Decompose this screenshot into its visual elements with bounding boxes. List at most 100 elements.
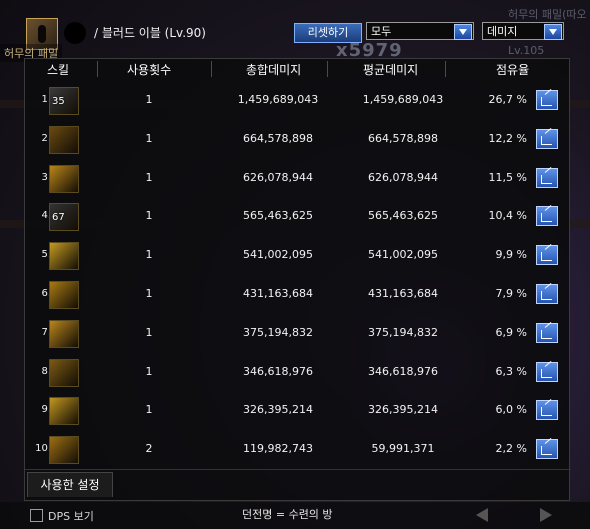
detail-button[interactable] <box>536 167 558 188</box>
skill-icon <box>49 125 79 154</box>
table-row: 9. 1 326,395,214 326,395,214 6,0 % <box>25 391 571 429</box>
damage-share: 2,2 % <box>495 442 527 456</box>
use-count: 1 <box>145 170 153 184</box>
average-damage: 326,395,214 <box>368 403 438 417</box>
damage-share: 7,9 % <box>495 287 527 300</box>
table-row: 10. 2 119,982,743 59,991,371 2,2 % <box>25 430 571 468</box>
row-index: 3. <box>41 171 51 183</box>
row-index: 2. <box>41 132 51 144</box>
average-damage: 1,459,689,043 <box>362 93 444 106</box>
ghost-title: 허무의 패밀(따오 <box>508 8 587 21</box>
detail-button[interactable] <box>536 90 558 110</box>
detail-button[interactable] <box>536 322 558 343</box>
row-index: 4. <box>41 210 51 222</box>
use-count: 1 <box>145 403 153 417</box>
use-count: 1 <box>145 131 153 145</box>
row-index: 9. <box>41 404 51 416</box>
skill-icon-label: 67 <box>52 212 65 224</box>
detail-button[interactable] <box>536 245 558 266</box>
skill-icon <box>49 164 79 193</box>
settings-bar: 사용한 설정 <box>25 469 571 502</box>
filter-select[interactable]: 모두 <box>366 22 474 40</box>
damage-share: 9,9 % <box>495 248 527 262</box>
skill-icon <box>49 397 79 426</box>
dps-checkbox[interactable] <box>30 509 43 522</box>
use-count: 1 <box>145 93 153 106</box>
damage-share: 6,0 % <box>495 403 527 417</box>
col-header-uses: 사용횟수 <box>127 63 172 77</box>
use-count: 2 <box>145 442 153 456</box>
metric-select[interactable]: 데미지 <box>482 22 564 40</box>
col-header-share: 점유율 <box>496 63 530 77</box>
skill-icon: 67 <box>49 203 79 232</box>
average-damage: 541,002,095 <box>368 248 438 262</box>
metric-select-value: 데미지 <box>487 25 518 38</box>
row-index: 1. <box>41 94 51 105</box>
damage-panel: 스킬 사용횟수 총합데미지 평균데미지 점유율 1. 35 1 1,459,689,0… <box>24 58 571 502</box>
table-row: 3. 1 626,078,944 626,078,944 11,5 % <box>25 159 571 197</box>
skill-icon <box>49 436 79 465</box>
use-count: 1 <box>145 325 153 339</box>
row-index: 8. <box>41 365 51 377</box>
table-row: 1. 35 1 1,459,689,043 1,459,689,043 26,7 % <box>25 81 571 119</box>
table-row: 5. 1 541,002,095 541,002,095 9,9 % <box>25 236 571 274</box>
damage-share: 26,7 % <box>488 93 527 106</box>
average-damage: 626,078,944 <box>368 170 438 184</box>
chevron-down-icon[interactable] <box>454 24 472 40</box>
skill-icon <box>49 319 79 348</box>
row-index: 6. <box>41 288 51 299</box>
use-count: 1 <box>145 287 153 300</box>
average-damage: 664,578,898 <box>368 131 438 145</box>
detail-button[interactable] <box>536 284 558 304</box>
character-name: / 블러드 이블 (Lv.90) <box>94 26 206 40</box>
table-row: 2. 1 664,578,898 664,578,898 12,2 % <box>25 120 571 158</box>
row-index: 7. <box>41 326 51 338</box>
table-row: 6. 1 431,163,684 431,163,684 7,9 % <box>25 275 571 313</box>
prev-arrow-icon[interactable] <box>476 508 488 522</box>
dungeon-label: 던전명 = 수련의 방 <box>242 508 333 521</box>
damage-share: 6,3 % <box>495 364 527 378</box>
average-damage: 59,991,371 <box>371 442 435 456</box>
header-separator <box>211 61 212 77</box>
average-damage: 431,163,684 <box>368 287 438 300</box>
table-row: 7. 1 375,194,832 375,194,832 6,9 % <box>25 314 571 352</box>
average-damage: 346,618,976 <box>368 364 438 378</box>
damage-share: 6,9 % <box>495 325 527 339</box>
col-header-total: 총합데미지 <box>246 63 302 77</box>
detail-button[interactable] <box>536 439 558 460</box>
detail-button[interactable] <box>536 128 558 149</box>
dps-label: DPS 보기 <box>48 510 94 523</box>
character-emblem-icon <box>64 22 86 44</box>
tab-used-settings[interactable]: 사용한 설정 <box>27 472 113 497</box>
detail-button[interactable] <box>536 206 558 227</box>
damage-share: 12,2 % <box>488 131 527 145</box>
use-count: 1 <box>145 209 153 223</box>
average-damage: 565,463,625 <box>368 209 438 223</box>
footer: DPS 보기 던전명 = 수련의 방 <box>0 502 590 529</box>
header: / 블러드 이블 (Lv.90) 허무의 패밀 리셋하기 모두 데미지 x597… <box>0 0 590 62</box>
row-index: 10. <box>35 443 51 455</box>
detail-button[interactable] <box>536 361 558 382</box>
skill-icon <box>49 358 79 387</box>
detail-button[interactable] <box>536 400 558 421</box>
next-arrow-icon[interactable] <box>540 508 552 522</box>
skill-icon-label: 35 <box>52 96 65 107</box>
damage-share: 10,4 % <box>488 209 527 223</box>
row-index: 5. <box>41 249 51 261</box>
chevron-down-icon[interactable] <box>544 24 562 40</box>
skill-icon <box>49 281 79 309</box>
table-row: 8. 1 346,618,976 346,618,976 6,3 % <box>25 353 571 391</box>
damage-share: 11,5 % <box>488 170 527 184</box>
col-header-avg: 평균데미지 <box>363 63 419 77</box>
skill-icon: 35 <box>49 87 79 115</box>
use-count: 1 <box>145 248 153 262</box>
filter-select-value: 모두 <box>371 25 392 38</box>
col-header-skill: 스킬 <box>47 63 70 77</box>
average-damage: 375,194,832 <box>368 325 438 339</box>
header-separator <box>97 61 98 77</box>
ghost-level: Lv.105 <box>508 44 545 57</box>
table-row: 4. 67 1 565,463,625 565,463,625 10,4 % <box>25 197 571 235</box>
use-count: 1 <box>145 364 153 378</box>
header-separator <box>445 61 446 77</box>
skill-icon <box>49 242 79 271</box>
